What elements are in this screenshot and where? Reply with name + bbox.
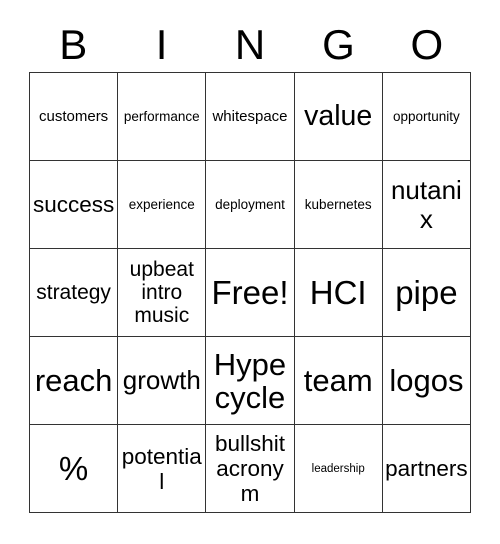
bingo-cell[interactable]: whitespace [206, 73, 295, 161]
bingo-cell-label: opportunity [392, 108, 460, 124]
bingo-cell-label: deployment [215, 196, 285, 212]
header-letter-g: G [322, 21, 355, 68]
bingo-cell-label: Hype cycle [213, 346, 287, 415]
bingo-cell[interactable]: experience [118, 161, 207, 249]
bingo-cell[interactable]: potential [118, 425, 207, 513]
bingo-cell[interactable]: upbeat intro music [118, 249, 207, 337]
bingo-cell-label: success [32, 192, 115, 217]
bingo-cell[interactable]: nutanix [382, 161, 471, 249]
bingo-cell[interactable]: success [30, 161, 119, 249]
header-letter-o: O [410, 21, 444, 68]
bingo-cell[interactable]: partners [382, 425, 471, 513]
bingo-cell[interactable]: opportunity [382, 73, 471, 161]
bingo-cell[interactable]: leadership [294, 425, 383, 513]
bingo-cell[interactable]: growth [118, 337, 207, 425]
bingo-cell-free-space[interactable]: Free! [206, 249, 295, 337]
bingo-cell[interactable]: value [294, 73, 383, 161]
bingo-cell[interactable]: bullshit acronym [206, 425, 295, 513]
bingo-cell-label: growth [122, 365, 201, 395]
bingo-cell[interactable]: pipe [382, 249, 471, 337]
bingo-header: B I N G O [29, 18, 471, 72]
bingo-cell-label: reach [34, 363, 113, 398]
bingo-cell-label: experience [128, 196, 195, 212]
bingo-cell-label: potential [121, 443, 202, 494]
bingo-card: B I N G O customers performance whitespa… [0, 0, 500, 544]
bingo-cell[interactable]: % [30, 425, 119, 513]
bingo-cell-label: performance [123, 108, 200, 124]
bingo-cell-label: Free! [211, 274, 289, 311]
bingo-cell[interactable]: reach [30, 337, 119, 425]
bingo-cell[interactable]: Hype cycle [206, 337, 295, 425]
header-letter-n: N [234, 21, 266, 68]
bingo-cell-label: partners [385, 456, 468, 481]
bingo-cell-label: logos [389, 363, 464, 398]
bingo-cell-label: upbeat intro music [129, 258, 194, 327]
bingo-cell-label: leadership [311, 462, 365, 475]
bingo-cell-label: bullshit acronym [214, 431, 286, 506]
bingo-cell[interactable]: HCI [294, 249, 383, 337]
bingo-cell-label: whitespace [212, 107, 288, 125]
bingo-cell[interactable]: customers [30, 73, 119, 161]
bingo-cell[interactable]: deployment [206, 161, 295, 249]
bingo-cell[interactable]: team [294, 337, 383, 425]
bingo-cell[interactable]: performance [118, 73, 207, 161]
bingo-cell-label: value [304, 100, 373, 132]
bingo-cell-label: % [58, 450, 89, 487]
bingo-cell-label: pipe [395, 274, 458, 311]
bingo-cell-label: customers [39, 107, 109, 125]
bingo-cell-label: strategy [36, 281, 111, 304]
bingo-grid: customers performance whitespace value o… [29, 72, 471, 513]
bingo-cell[interactable]: kubernetes [294, 161, 383, 249]
bingo-cell[interactable]: strategy [30, 249, 119, 337]
bingo-cell[interactable]: logos [382, 337, 471, 425]
header-letter-i: I [155, 21, 168, 68]
bingo-cell-label: nutanix [390, 174, 462, 234]
bingo-cell-label: kubernetes [304, 196, 372, 212]
bingo-cell-label: team [303, 363, 373, 398]
header-letter-b: B [59, 21, 88, 68]
bingo-cell-label: HCI [309, 274, 367, 311]
